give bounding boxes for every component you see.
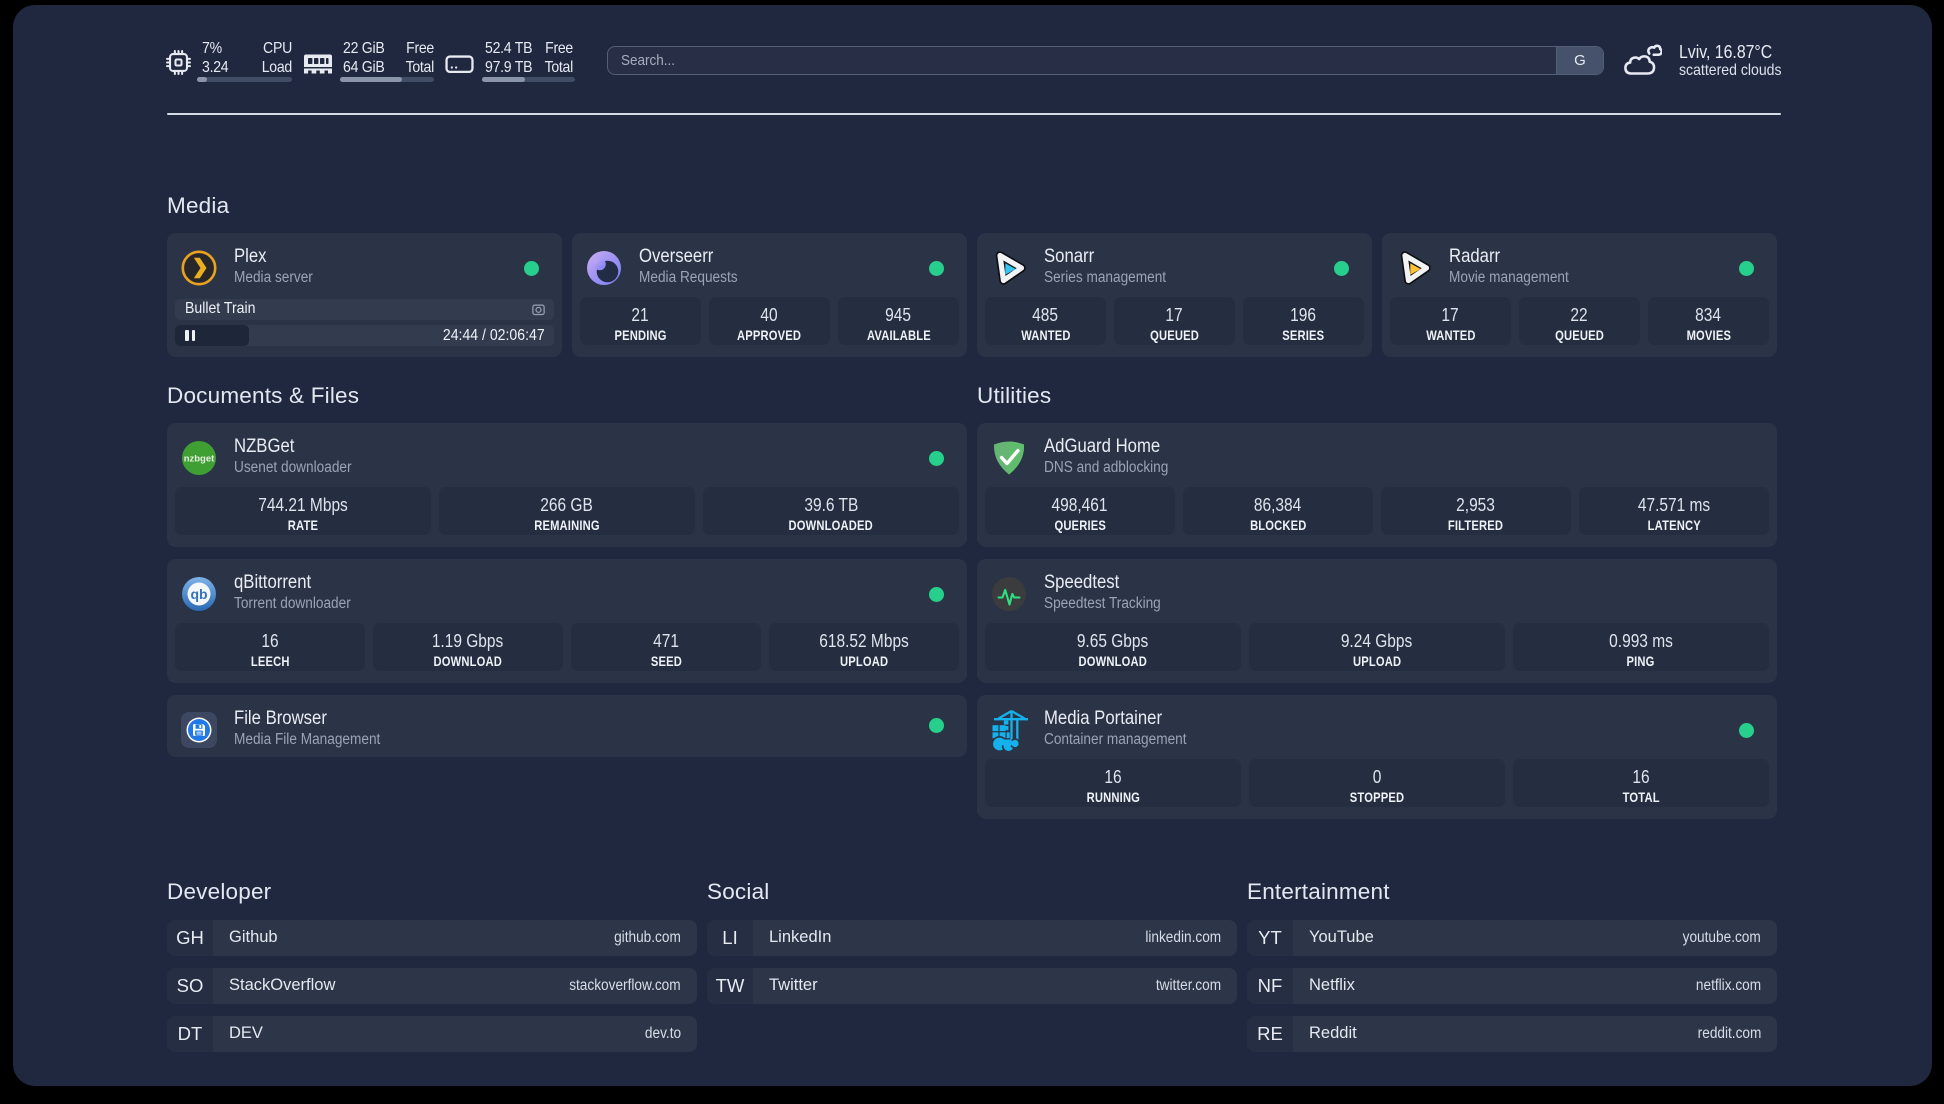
- svg-text:nzbget: nzbget: [184, 454, 215, 465]
- svg-text:qb: qb: [190, 586, 207, 602]
